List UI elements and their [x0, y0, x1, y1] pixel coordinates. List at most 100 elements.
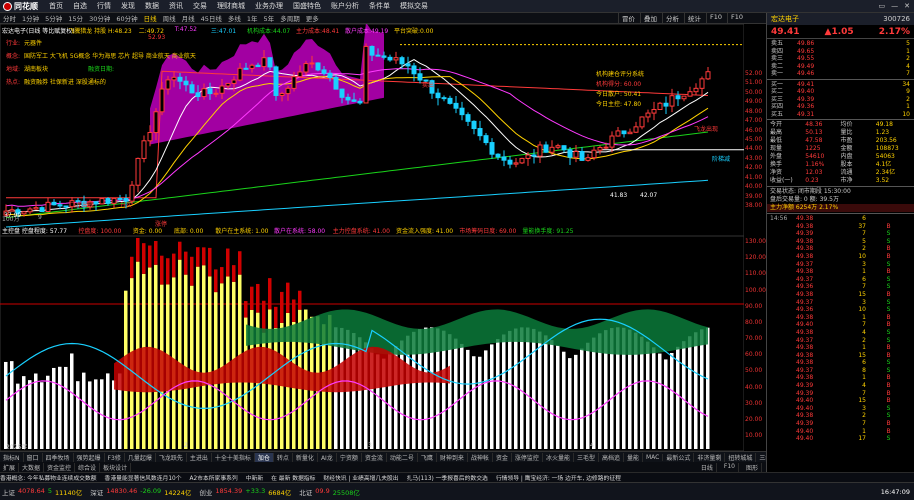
- news-ticker[interactable]: 香港概念: 今年私募物业连续成交数额 香港量能显著信风数连月10个 A2市本所家事系…: [0, 472, 914, 482]
- news-item[interactable]: 行情领导 | 鹰宝经济: 一场 边开车, 边修路的征程: [496, 473, 621, 482]
- order-book-row[interactable]: 买二 49.40 9: [767, 88, 914, 96]
- timeframe-tab[interactable]: 周线: [160, 13, 179, 23]
- news-item[interactable]: A2市本所家事系列: [190, 473, 238, 482]
- timeframe-tab[interactable]: 5分钟: [42, 13, 65, 23]
- menu-item[interactable]: 数据: [140, 1, 164, 11]
- order-book-row[interactable]: 卖四 49.65 1: [767, 48, 914, 56]
- indicator-tab[interactable]: 加仓: [254, 452, 274, 462]
- timeframe-tab[interactable]: 15分: [65, 13, 86, 23]
- indicator-tab[interactable]: MAC: [643, 453, 664, 461]
- secondary-tab[interactable]: 资金监控: [44, 462, 76, 472]
- secondary-tab[interactable]: 大数据: [19, 462, 45, 472]
- chart-tool-button[interactable]: 统计: [683, 13, 704, 23]
- news-item[interactable]: 财经快讯 | 业绩高增几夫股出: [323, 473, 398, 482]
- timeframe-tab[interactable]: 分时: [0, 13, 19, 23]
- indicator-tab[interactable]: 资金: [493, 452, 512, 462]
- timeframe-tab[interactable]: 更多: [303, 13, 322, 23]
- indicator-tab[interactable]: 量能: [624, 452, 643, 462]
- menu-item[interactable]: 自选: [68, 1, 92, 11]
- news-item[interactable]: 中新新: [246, 473, 263, 482]
- indicator-tab[interactable]: 飞龙跃先: [156, 452, 187, 462]
- index-quote[interactable]: 深证 14830.46 -26.09 14224亿: [90, 487, 191, 497]
- timeframe-tab[interactable]: 月线: [179, 13, 198, 23]
- tick-trades[interactable]: 14:56 49.38 6 49.38 37 B 49.39 7 S 49.38 5 S 49.38 2 B…: [767, 214, 914, 444]
- stock-title[interactable]: 宏达电子 300726: [767, 13, 914, 25]
- indicator-tab[interactable]: 三毛型: [574, 452, 599, 462]
- kline-chart-svg[interactable]: [0, 22, 745, 452]
- indicator-tab[interactable]: 新量化: [293, 452, 318, 462]
- chart-tool-button[interactable]: F10: [726, 13, 746, 23]
- news-item[interactable]: 在 最新 数据指标: [271, 473, 315, 482]
- indicator-tab[interactable]: 窗口: [24, 452, 43, 462]
- order-book-row[interactable]: 买三 49.39 2: [767, 96, 914, 104]
- order-book-row[interactable]: 卖三 49.55 2: [767, 55, 914, 63]
- chart-tool-button[interactable]: 冒价: [617, 13, 638, 23]
- view-switch-button[interactable]: 日线: [698, 462, 717, 472]
- secondary-tab[interactable]: 板块设计: [100, 462, 132, 472]
- indicator-tab[interactable]: 财神到来: [437, 452, 468, 462]
- order-book-row[interactable]: 卖五 49.86 5: [767, 40, 914, 48]
- indicator-tab[interactable]: 涨停监控: [512, 452, 543, 462]
- indicator-tab[interactable]: 冰火量能: [543, 452, 574, 462]
- indicator-tab[interactable]: AI龙: [318, 452, 337, 462]
- news-item[interactable]: 香港量能显著信风数连月10个: [105, 473, 182, 482]
- view-switch-button[interactable]: 图形: [743, 462, 762, 472]
- chart-tool-button[interactable]: F10: [705, 13, 725, 23]
- index-quote[interactable]: 北证 09.9 25508亿: [299, 487, 363, 497]
- indicator-tab[interactable]: 宁资额: [337, 452, 362, 462]
- menu-item[interactable]: 行情: [92, 1, 116, 11]
- index-quote[interactable]: 上证 4078.64 5 11140亿: [2, 487, 82, 497]
- menu-item[interactable]: 业务办理: [250, 1, 288, 11]
- menu-item[interactable]: 模拟交易: [395, 1, 433, 11]
- timeframe-tab[interactable]: 多周期: [277, 13, 303, 23]
- indicator-tab[interactable]: 转点: [274, 452, 293, 462]
- timeframe-tab[interactable]: 1分钟: [19, 13, 42, 23]
- menu-item[interactable]: 账户分析: [326, 1, 364, 11]
- indicator-tab[interactable]: 三维一体: [756, 453, 766, 462]
- order-book-row[interactable]: 卖二 49.49 4: [767, 63, 914, 71]
- secondary-tab[interactable]: 综合设: [75, 462, 101, 472]
- close-icon[interactable]: ✕: [904, 2, 910, 10]
- timeframe-tab[interactable]: 日线: [141, 13, 160, 23]
- menu-item[interactable]: 首页: [44, 1, 68, 11]
- menu-item[interactable]: 资讯: [164, 1, 188, 11]
- indicator-tab[interactable]: 战神帐: [468, 452, 493, 462]
- indicator-tab[interactable]: 高档追: [599, 452, 624, 462]
- order-book-row[interactable]: 卖一 49.46 7: [767, 70, 914, 78]
- menu-item[interactable]: 条件单: [364, 1, 395, 11]
- maximize-icon[interactable]: ▭: [879, 2, 886, 10]
- timeframe-tab[interactable]: 30分钟: [86, 13, 113, 23]
- timeframe-tab[interactable]: 1年: [244, 13, 261, 23]
- indicator-tab[interactable]: 几量起爆: [125, 452, 156, 462]
- index-quote[interactable]: 创业 1854.39 +33.3 6684亿: [199, 487, 291, 497]
- indicator-tab[interactable]: 主进出: [187, 452, 212, 462]
- timeframe-tab[interactable]: 多线: [225, 13, 244, 23]
- order-book-row[interactable]: 买一 49.41 34: [767, 81, 914, 89]
- indicator-tab[interactable]: 强势起爆: [74, 452, 105, 462]
- menu-item[interactable]: 国盛特色: [288, 1, 326, 11]
- timeframe-tab[interactable]: 60分钟: [113, 13, 140, 23]
- indicator-tab[interactable]: 最新公式: [663, 452, 695, 462]
- view-switch-button[interactable]: F10: [721, 462, 739, 472]
- order-book-row[interactable]: 买四 49.36 1: [767, 103, 914, 111]
- news-item[interactable]: 扎马(113) 一季报喜后的数交选: [407, 473, 488, 482]
- menu-item[interactable]: 交易: [188, 1, 212, 11]
- timeframe-tab[interactable]: 45日线: [198, 13, 225, 23]
- secondary-tab[interactable]: 扩展: [0, 462, 20, 472]
- indicator-tab[interactable]: F3修: [105, 452, 125, 462]
- timeframe-tab[interactable]: 5年: [261, 13, 278, 23]
- indicator-tab[interactable]: 四季牧场: [43, 452, 74, 462]
- indicator-tab[interactable]: 扭转城城: [725, 452, 757, 462]
- news-item[interactable]: 香港概念: 今年私募物业连续成交数额: [0, 473, 97, 482]
- chart-tool-button[interactable]: 叠加: [639, 13, 660, 23]
- indicator-tab[interactable]: 飞鹰: [418, 452, 437, 462]
- chart-tool-button[interactable]: 分析: [661, 13, 682, 23]
- indicator-tab[interactable]: 十全十美指标: [212, 452, 255, 462]
- order-book-row[interactable]: 买五 49.31 10: [767, 111, 914, 119]
- indicator-tab[interactable]: 指标N: [0, 452, 24, 462]
- menu-item[interactable]: 理财商城: [212, 1, 250, 11]
- minimize-icon[interactable]: —: [891, 2, 898, 10]
- indicator-tab[interactable]: 非济量剩: [694, 452, 726, 462]
- indicator-tab[interactable]: 资金流: [362, 452, 387, 462]
- menu-item[interactable]: 发现: [116, 1, 140, 11]
